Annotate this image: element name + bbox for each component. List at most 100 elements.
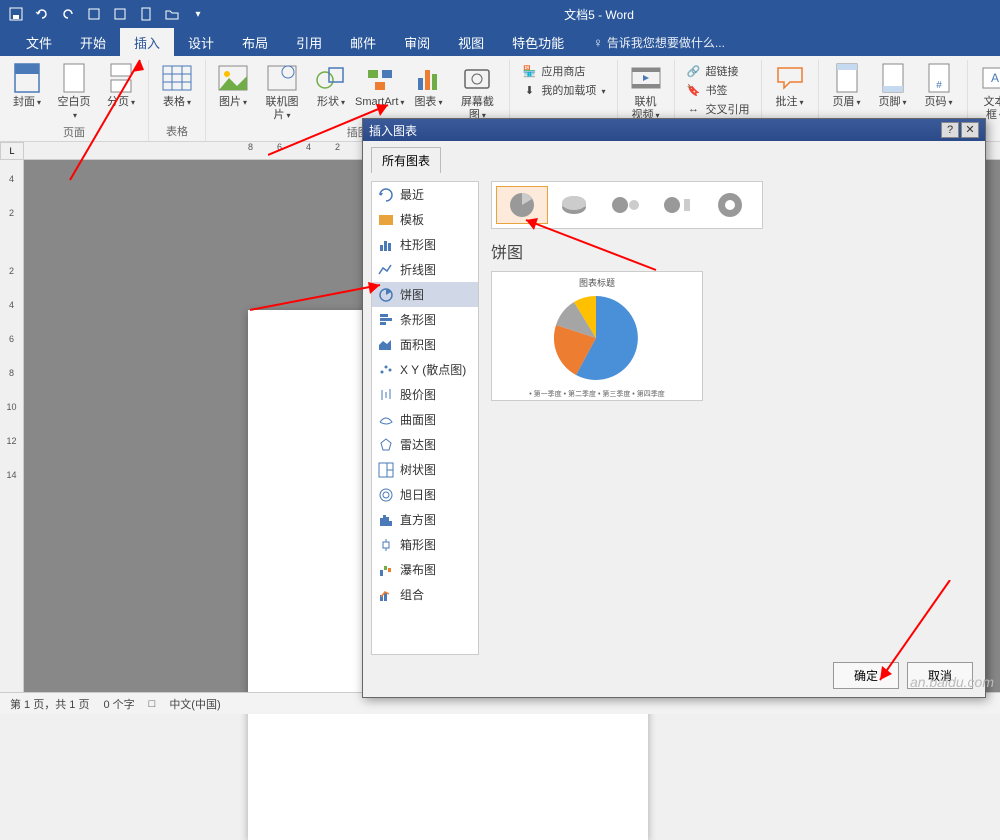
subtype-title: 饼图 bbox=[491, 239, 977, 263]
menu-item-4[interactable]: 布局 bbox=[228, 28, 282, 57]
ribbon-btn-smartart[interactable]: SmartArt▾ bbox=[354, 60, 405, 124]
insert-chart-dialog: 插入图表 ? ✕ 所有图表 最近模板柱形图折线图饼图条形图面积图X Y (散点图… bbox=[362, 118, 986, 698]
watermark: an.baidu.com bbox=[910, 674, 994, 690]
ribbon-btn-break[interactable]: 分页▾ bbox=[100, 60, 142, 124]
menu-item-1[interactable]: 开始 bbox=[66, 28, 120, 57]
scatter-icon bbox=[378, 363, 394, 377]
ribbon-btn-label: 图片▾ bbox=[219, 96, 247, 109]
menu-item-9[interactable]: 特色功能 bbox=[498, 28, 578, 57]
chart-subtype-row bbox=[491, 181, 763, 229]
menu-item-5[interactable]: 引用 bbox=[282, 28, 336, 57]
chart-type-surface[interactable]: 曲面图 bbox=[372, 407, 478, 432]
preview-chart-title: 图表标题 bbox=[496, 276, 698, 289]
chart-type-sunburst[interactable]: 旭日图 bbox=[372, 482, 478, 507]
subtype-pie[interactable] bbox=[496, 186, 548, 224]
dialog-tab-all[interactable]: 所有图表 bbox=[371, 147, 441, 173]
picture-icon bbox=[217, 62, 249, 94]
bookmark-icon: 🔖 bbox=[686, 82, 702, 98]
ribbon-btn-screenshot[interactable]: 屏幕截图▾ bbox=[451, 60, 503, 124]
ribbon-btn-table[interactable]: 表格▾ bbox=[155, 60, 199, 123]
ruler-mark: 10 bbox=[6, 402, 16, 412]
svg-text:A: A bbox=[990, 71, 998, 85]
undo-icon[interactable] bbox=[34, 6, 50, 22]
subtype-barofpie[interactable] bbox=[652, 186, 704, 224]
subtype-pie3d[interactable] bbox=[548, 186, 600, 224]
ribbon-btn-label: 页码▾ bbox=[924, 96, 952, 109]
status-lang-icon: □ bbox=[149, 698, 156, 710]
chart-type-column[interactable]: 柱形图 bbox=[372, 232, 478, 257]
chart-preview[interactable]: 图表标题 • 第一季度 • 第二季度 • 第三季度 • 第四季度 bbox=[491, 271, 703, 401]
radar-icon bbox=[378, 438, 394, 452]
status-words[interactable]: 0 个字 bbox=[103, 696, 134, 712]
waterfall-icon bbox=[378, 563, 394, 577]
status-page[interactable]: 第 1 页，共 1 页 bbox=[10, 696, 89, 712]
qat-icon-1[interactable] bbox=[86, 6, 102, 22]
close-button[interactable]: ✕ bbox=[961, 122, 979, 138]
open-icon[interactable] bbox=[164, 6, 180, 22]
ribbon-btn-blank[interactable]: 空白页▾ bbox=[50, 60, 98, 124]
chart-type-area[interactable]: 面积图 bbox=[372, 332, 478, 357]
menu-item-7[interactable]: 审阅 bbox=[390, 28, 444, 57]
ribbon-btn-chart[interactable]: 图表▾ bbox=[407, 60, 449, 124]
menu-item-0[interactable]: 文件 bbox=[12, 28, 66, 57]
chart-type-treemap[interactable]: 树状图 bbox=[372, 457, 478, 482]
qat-dropdown-icon[interactable]: ▾ bbox=[190, 6, 206, 22]
area-icon bbox=[378, 338, 394, 352]
subtype-pieofpie[interactable] bbox=[600, 186, 652, 224]
qat-icon-2[interactable] bbox=[112, 6, 128, 22]
ribbon-small-btn-addins[interactable]: ⬇我的加载项 ▾ bbox=[518, 81, 608, 99]
chart-type-label: 面积图 bbox=[400, 336, 436, 353]
menu-item-3[interactable]: 设计 bbox=[174, 28, 228, 57]
menu-item-8[interactable]: 视图 bbox=[444, 28, 498, 57]
ruler-mark: 2 bbox=[9, 208, 14, 218]
new-doc-icon[interactable] bbox=[138, 6, 154, 22]
header-icon bbox=[831, 62, 863, 94]
chart-type-stock[interactable]: 股价图 bbox=[372, 382, 478, 407]
redo-icon[interactable] bbox=[60, 6, 76, 22]
chart-type-label: 组合 bbox=[400, 586, 424, 603]
help-button[interactable]: ? bbox=[941, 122, 959, 138]
ribbon-btn-label: 空白页▾ bbox=[56, 96, 92, 122]
menu-item-6[interactable]: 邮件 bbox=[336, 28, 390, 57]
stock-icon bbox=[378, 388, 394, 402]
chart-type-radar[interactable]: 雷达图 bbox=[372, 432, 478, 457]
chart-type-scatter[interactable]: X Y (散点图) bbox=[372, 357, 478, 382]
subtype-doughnut[interactable] bbox=[704, 186, 756, 224]
ribbon-btn-shapes[interactable]: 形状▾ bbox=[310, 60, 352, 124]
chart-type-waterfall[interactable]: 瀑布图 bbox=[372, 557, 478, 582]
ribbon-btn-picture[interactable]: 图片▾ bbox=[212, 60, 254, 124]
table-icon bbox=[161, 62, 193, 94]
ruler-mark: 12 bbox=[6, 436, 16, 446]
chart-type-template[interactable]: 模板 bbox=[372, 207, 478, 232]
dialog-titlebar[interactable]: 插入图表 ? ✕ bbox=[363, 119, 985, 141]
ribbon-btn-label: 图表▾ bbox=[414, 96, 442, 109]
chart-type-line[interactable]: 折线图 bbox=[372, 257, 478, 282]
ribbon-btn-online-pic[interactable]: 联机图片▾ bbox=[256, 60, 308, 124]
chart-type-label: 折线图 bbox=[400, 261, 436, 278]
chart-icon bbox=[412, 62, 444, 94]
status-lang[interactable]: 中文(中国) bbox=[169, 696, 220, 712]
smartart-icon bbox=[364, 62, 396, 94]
chart-type-bar[interactable]: 条形图 bbox=[372, 307, 478, 332]
chart-type-recent[interactable]: 最近 bbox=[372, 182, 478, 207]
chart-type-combo[interactable]: 组合 bbox=[372, 582, 478, 607]
ruler-mark: 8 bbox=[248, 142, 253, 152]
chart-type-label: 旭日图 bbox=[400, 486, 436, 503]
chart-type-box[interactable]: 箱形图 bbox=[372, 532, 478, 557]
ruler-mark: 2 bbox=[9, 266, 14, 276]
save-icon[interactable] bbox=[8, 6, 24, 22]
vertical-ruler[interactable]: 422468101214 bbox=[0, 160, 24, 692]
ribbon-small-btn-link[interactable]: 🔗超链接 bbox=[683, 62, 753, 80]
ribbon-btn-cover[interactable]: 封面▾ bbox=[6, 60, 48, 124]
ribbon-small-btn-bookmark[interactable]: 🔖书签 bbox=[683, 81, 753, 99]
chart-type-pie[interactable]: 饼图 bbox=[372, 282, 478, 307]
cover-icon bbox=[11, 62, 43, 94]
ribbon-small-btn-store[interactable]: 🏪应用商店 bbox=[518, 62, 608, 80]
ok-button[interactable]: 确定 bbox=[833, 662, 899, 689]
chart-type-histogram[interactable]: 直方图 bbox=[372, 507, 478, 532]
menu-item-2[interactable]: 插入 bbox=[120, 28, 174, 57]
tell-me-placeholder: 告诉我您想要做什么... bbox=[607, 34, 725, 51]
tell-me-input[interactable]: ♀ 告诉我您想要做什么... bbox=[593, 34, 725, 51]
ribbon-small-btn-crossref[interactable]: ↔交叉引用 bbox=[683, 100, 753, 118]
ruler-mark: 2 bbox=[335, 142, 340, 152]
